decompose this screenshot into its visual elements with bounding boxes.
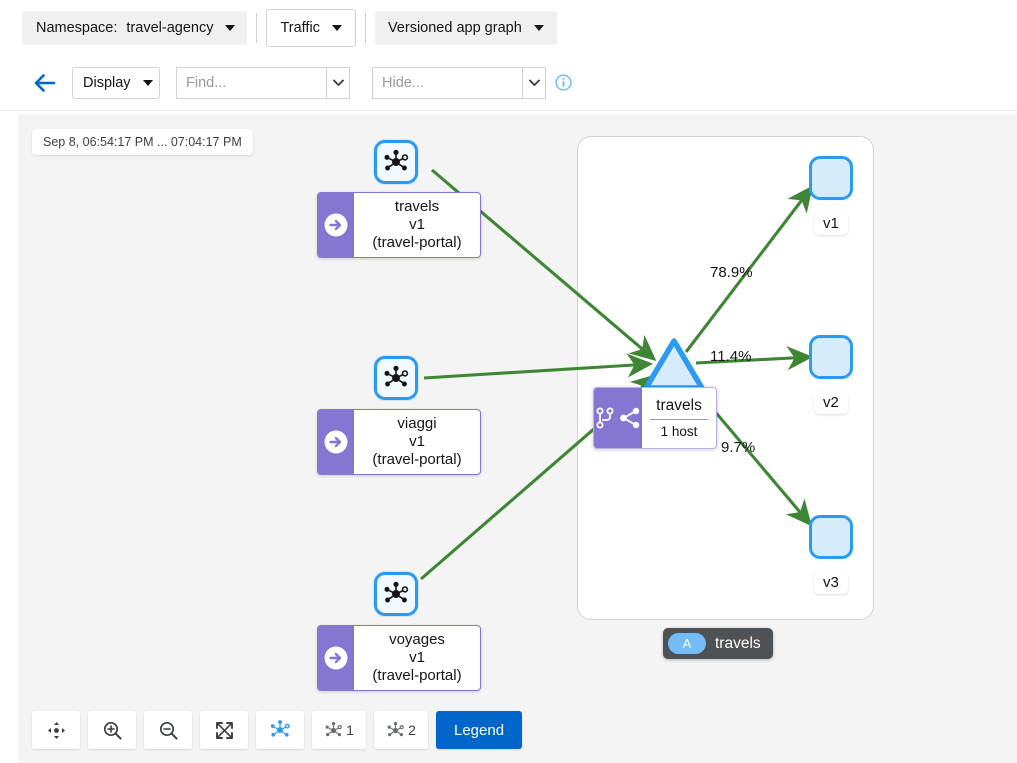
mesh-icon-active — [269, 719, 291, 741]
chevron-down-icon — [225, 25, 235, 31]
service-node-travels[interactable] — [642, 336, 706, 394]
version-node-v2[interactable] — [809, 335, 853, 379]
legend-button[interactable]: Legend — [436, 711, 522, 749]
version-node-v3[interactable] — [809, 515, 853, 559]
group-badge-label: travels — [715, 635, 761, 653]
service-name: travels — [656, 397, 702, 415]
chevron-down-icon — [332, 25, 342, 31]
app-name: viaggi — [397, 415, 436, 433]
mesh-icon — [324, 721, 343, 740]
namespace-label: Namespace: — [36, 20, 117, 36]
app-version: v1 — [409, 649, 425, 667]
chevron-down-icon — [529, 79, 540, 87]
arrow-circle-right-icon — [318, 626, 354, 690]
mesh-level-2-count: 2 — [408, 722, 416, 738]
info-circle-icon — [555, 74, 572, 91]
graph-edges-layer — [18, 114, 1017, 763]
mesh-node-voyages[interactable] — [374, 572, 418, 616]
graph-toolbar-secondary: Display — [0, 55, 1017, 111]
app-version: v1 — [409, 216, 425, 234]
mesh-node-viaggi[interactable] — [374, 356, 418, 400]
search-minus-icon — [159, 721, 178, 740]
graph-canvas[interactable]: Sep 8, 06:54:17 PM ... 07:04:17 PM — [18, 114, 1017, 763]
version-node-v3-label: v3 — [814, 571, 848, 594]
mesh-node-travels[interactable] — [374, 140, 418, 184]
service-mesh-icon — [383, 149, 409, 175]
app-owner: (travel-portal) — [372, 234, 461, 252]
toolbar-divider — [256, 13, 257, 43]
hide-dropdown-toggle[interactable] — [522, 67, 546, 99]
center-graph-button[interactable] — [32, 711, 80, 749]
hide-input[interactable] — [372, 67, 522, 99]
traffic-dropdown[interactable]: Traffic — [266, 9, 355, 47]
find-dropdown-toggle[interactable] — [326, 67, 350, 99]
mesh-level-2-button[interactable]: 2 — [374, 711, 428, 749]
app-name: travels — [395, 198, 439, 216]
graph-help-button[interactable] — [555, 74, 572, 91]
toolbar-divider — [365, 13, 366, 43]
version-node-v1-label: v1 — [814, 212, 848, 235]
service-mesh-icon — [383, 365, 409, 391]
zoom-out-button[interactable] — [144, 711, 192, 749]
chevron-down-icon — [534, 25, 544, 31]
virtual-service-icon — [595, 407, 615, 429]
app-version: v1 — [409, 433, 425, 451]
graph-type-dropdown[interactable]: Versioned app graph — [375, 11, 557, 45]
group-badge-travels[interactable]: A travels — [663, 628, 773, 659]
app-node-travels[interactable]: travels v1 (travel-portal) — [317, 192, 481, 258]
service-hosts: 1 host — [661, 424, 698, 439]
destination-rule-icon — [619, 407, 641, 429]
app-node-voyages[interactable]: voyages v1 (travel-portal) — [317, 625, 481, 691]
edge-label-v1: 78.9% — [710, 264, 753, 281]
kiali-graph-page: Namespace: travel-agency Traffic Version… — [0, 0, 1017, 763]
back-button[interactable] — [32, 70, 58, 96]
toggle-mesh-button[interactable] — [256, 711, 304, 749]
search-plus-icon — [103, 721, 122, 740]
mesh-level-1-count: 1 — [346, 722, 354, 738]
arrow-circle-right-icon — [318, 410, 354, 474]
hide-combo — [372, 67, 546, 99]
app-node-viaggi[interactable]: viaggi v1 (travel-portal) — [317, 409, 481, 475]
zoom-in-button[interactable] — [88, 711, 136, 749]
traffic-label: Traffic — [280, 20, 319, 36]
arrow-left-icon — [34, 74, 56, 92]
app-node-voyages-label: voyages v1 (travel-portal) — [354, 626, 480, 690]
mesh-level-1-button[interactable]: 1 — [312, 711, 366, 749]
graph-bottom-toolbar: 1 2 Legend — [18, 711, 522, 749]
app-node-viaggi-label: viaggi v1 (travel-portal) — [354, 410, 480, 474]
namespace-selector[interactable]: Namespace: travel-agency — [22, 11, 247, 45]
chevron-down-icon — [333, 79, 344, 87]
find-input[interactable] — [176, 67, 326, 99]
edge-label-v2: 11.4% — [710, 348, 751, 365]
fit-to-screen-button[interactable] — [200, 711, 248, 749]
version-node-v1[interactable] — [809, 156, 853, 200]
app-owner: (travel-portal) — [372, 451, 461, 469]
chevron-down-icon — [143, 80, 153, 86]
service-mesh-icon — [383, 581, 409, 607]
app-node-travels-label: travels v1 (travel-portal) — [354, 193, 480, 257]
arrows-alt-icon — [47, 721, 66, 740]
tooltip-divider — [650, 419, 708, 420]
find-combo — [176, 67, 350, 99]
arrow-circle-right-icon — [318, 193, 354, 257]
service-node-tooltip[interactable]: travels 1 host — [593, 387, 717, 449]
edge-viaggi-to-service[interactable] — [424, 364, 650, 378]
expand-icon — [215, 721, 234, 740]
mesh-icon — [386, 721, 405, 740]
display-label: Display — [83, 75, 131, 91]
version-node-v2-label: v2 — [814, 391, 848, 414]
display-dropdown[interactable]: Display — [72, 67, 160, 99]
app-owner: (travel-portal) — [372, 667, 461, 685]
graph-type-label: Versioned app graph — [388, 20, 522, 36]
edge-label-v3: 9.7% — [721, 439, 755, 456]
graph-toolbar-top: Namespace: travel-agency Traffic Version… — [0, 0, 1017, 55]
service-tooltip-text: travels 1 host — [642, 388, 716, 448]
group-badge-letter: A — [668, 633, 706, 654]
namespace-value: travel-agency — [126, 20, 213, 36]
service-badge-icons — [594, 388, 642, 448]
app-name: voyages — [389, 631, 445, 649]
